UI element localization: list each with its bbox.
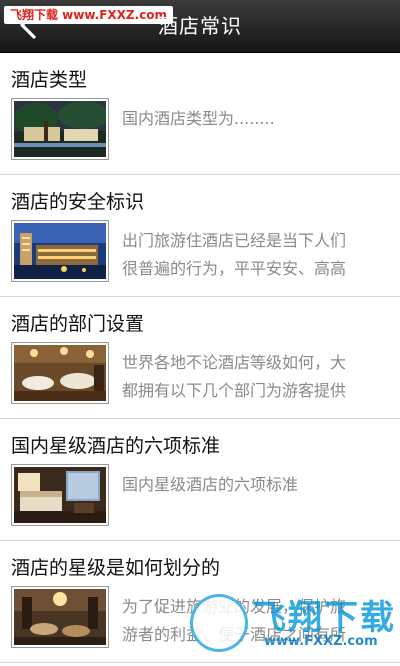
screen: 飞翔下载 www.FXXZ.com 酒店常识 酒店类型 国内酒店类型为.....…: [0, 0, 400, 666]
article-thumbnail: [11, 464, 109, 526]
article-title: 酒店的星级是如何划分的: [11, 557, 221, 579]
hotel-room-photo: [14, 467, 106, 523]
page-title: 酒店常识: [158, 14, 242, 38]
hotel-night-exterior-photo: [14, 223, 106, 279]
list-item[interactable]: 酒店类型 国内酒店类型为........: [0, 53, 400, 175]
app-header: 飞翔下载 www.FXXZ.com 酒店常识: [0, 0, 400, 53]
article-summary: 国内星级酒店的六项标准: [122, 471, 382, 499]
watermark-text: 飞翔下载: [252, 598, 396, 638]
summary-line: 国内星级酒店的六项标准: [122, 475, 299, 494]
article-thumbnail: [11, 220, 109, 282]
article-title: 酒店的部门设置: [11, 313, 145, 335]
summary-line: 都拥有以下几个部门为游客提供: [122, 381, 347, 400]
list-item[interactable]: 酒店的安全标识 出门旅游住酒店已经是当下人们 很普遍的行为，平平安安、高高: [0, 175, 400, 297]
list-item[interactable]: 国内星级酒店的六项标准 国内星级酒店的六项标准: [0, 419, 400, 541]
article-summary: 出门旅游住酒店已经是当下人们 很普遍的行为，平平安安、高高: [122, 227, 382, 283]
article-title: 国内星级酒店的六项标准: [11, 435, 221, 457]
article-thumbnail: [11, 98, 109, 160]
watermark-bottom: 飞翔下载 www.FXXZ.com: [190, 590, 395, 660]
summary-line: 很普遍的行为，平平安安、高高: [122, 259, 347, 278]
summary-line: 出门旅游住酒店已经是当下人们: [122, 231, 347, 250]
article-thumbnail: [11, 586, 109, 648]
watermark-logo-icon: [190, 594, 248, 652]
article-summary: 国内酒店类型为........: [122, 105, 382, 133]
hotel-restaurant-photo: [14, 345, 106, 401]
summary-line: 国内酒店类型为........: [122, 109, 275, 128]
list-item[interactable]: 酒店的部门设置 世界各地不论酒店等级如何，大 都拥有以下几个部门为游客提供: [0, 297, 400, 419]
hotel-lobby-photo: [14, 101, 106, 157]
article-summary: 世界各地不论酒店等级如何，大 都拥有以下几个部门为游客提供: [122, 349, 382, 405]
article-title: 酒店类型: [11, 69, 88, 91]
hotel-lounge-photo: [14, 589, 106, 645]
watermark-url: www.FXXZ.com: [264, 634, 378, 649]
article-thumbnail: [11, 342, 109, 404]
summary-line: 世界各地不论酒店等级如何，大: [122, 353, 347, 372]
article-title: 酒店的安全标识: [11, 191, 145, 213]
article-list: 酒店类型 国内酒店类型为........ 酒店的安全标识 出门旅游住酒店已经是当…: [0, 53, 400, 663]
